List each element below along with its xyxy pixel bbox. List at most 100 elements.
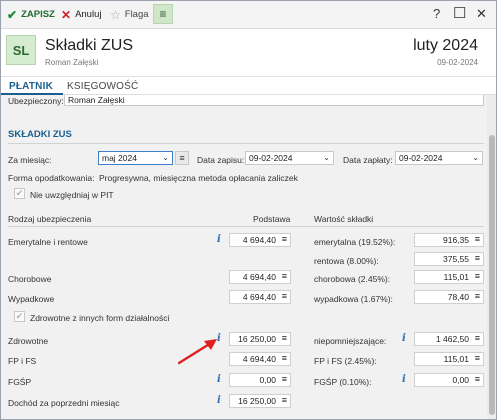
scrollbar[interactable] — [487, 95, 496, 419]
person-name: Roman Załęski — [45, 58, 99, 67]
avatar: SL — [6, 35, 36, 65]
equals-icon: ≡ — [281, 333, 287, 343]
red-arrow-icon — [177, 339, 217, 365]
form-content: Ubezpieczony: Roman Załęski SKŁADKI ZUS … — [1, 95, 487, 419]
equals-icon: ≡ — [474, 234, 480, 244]
pay-date-field[interactable]: 09-02-2024 ⌄ — [395, 151, 483, 165]
fp-base[interactable]: 4 694,40 ≡ — [229, 352, 291, 366]
chevron-down-icon: ⌄ — [323, 153, 330, 162]
wypadkowa-value[interactable]: 78,40 ≡ — [414, 290, 484, 304]
not-in-pit-label: Nie uwzględniaj w PIT — [30, 190, 114, 200]
fgsp-value[interactable]: 0,00 ≡ — [414, 373, 484, 387]
pay-date-label: Data zapłaty: — [343, 155, 393, 165]
checkmark-icon: ✔ — [7, 7, 18, 22]
chorobowa-label: chorobowa (2.45%): — [314, 274, 391, 284]
info-icon[interactable]: i — [217, 374, 221, 385]
info-icon[interactable]: i — [217, 395, 221, 406]
chorobowa-value[interactable]: 115,01 ≡ — [414, 270, 484, 284]
wypadkowe-label: Wypadkowe — [8, 294, 55, 304]
tax-form-value: Progresywna, miesięczna metoda opłacania… — [99, 173, 298, 183]
star-icon: ☆ — [110, 7, 121, 22]
menu-button[interactable]: ≡ — [153, 4, 173, 24]
month-menu-button[interactable]: ≡ — [175, 151, 189, 165]
insured-field[interactable]: Roman Załęski — [64, 95, 484, 106]
equals-icon: ≡ — [474, 353, 480, 363]
equals-icon: ≡ — [281, 234, 287, 244]
health-other-checkbox[interactable]: ✔ — [14, 311, 25, 322]
fp-value[interactable]: 115,01 ≡ — [414, 352, 484, 366]
save-button[interactable]: ✔ ZAPISZ — [7, 6, 55, 23]
info-icon[interactable]: i — [402, 374, 406, 385]
period-label: luty 2024 — [413, 37, 478, 54]
scrollbar-thumb[interactable] — [489, 135, 495, 415]
equals-icon: ≡ — [281, 353, 287, 363]
equals-icon: ≡ — [474, 333, 480, 343]
fgsp-value-label: FGŚP (0.10%): — [314, 377, 372, 387]
chorobowe-base[interactable]: 4 694,40 ≡ — [229, 270, 291, 284]
flag-label: Flaga — [124, 9, 149, 20]
month-select[interactable]: maj 2024 ⌄ — [98, 151, 173, 165]
equals-icon: ≡ — [281, 395, 287, 405]
chevron-down-icon: ⌄ — [472, 153, 479, 162]
checkmark-icon: ✔ — [15, 311, 24, 321]
chorobowe-label: Chorobowe — [8, 274, 52, 284]
equals-icon: ≡ — [281, 291, 287, 301]
x-icon: ✕ — [61, 7, 72, 22]
col-type-header: Rodzaj ubezpieczenia — [8, 214, 92, 224]
document-date: 09-02-2024 — [437, 58, 478, 67]
cancel-label: Anuluj — [75, 9, 102, 20]
not-in-pit-checkbox[interactable]: ✔ — [14, 188, 25, 199]
close-button[interactable]: ✕ — [476, 6, 487, 22]
maximize-button[interactable]: ☐ — [453, 4, 466, 22]
flag-button[interactable]: ☆ Flaga — [110, 6, 149, 23]
equals-icon: ≡ — [281, 374, 287, 384]
equals-icon: ≡ — [179, 153, 185, 163]
equals-icon: ≡ — [474, 253, 480, 263]
col-value-header: Wartość składki — [314, 214, 374, 224]
tab-ksiegowosc[interactable]: KSIĘGOWOŚĆ — [67, 81, 138, 92]
tab-bar: PŁATNIK KSIĘGOWOŚĆ — [1, 77, 496, 95]
save-label: ZAPISZ — [21, 9, 55, 20]
wypadkowa-label: wypadkowa (1.67%): — [314, 294, 393, 304]
col-base-header: Podstawa — [253, 214, 291, 224]
zdrowotne-label: Zdrowotne — [8, 336, 49, 346]
month-label: Za miesiąc: — [8, 155, 52, 165]
niepomniejszajace-value[interactable]: 1 462,50 ≡ — [414, 332, 484, 346]
fgsp-base[interactable]: 0,00 ≡ — [229, 373, 291, 387]
info-icon[interactable]: i — [217, 234, 221, 245]
health-other-label: Zdrowotne z innych form działalności — [30, 313, 170, 323]
save-date-field[interactable]: 09-02-2024 ⌄ — [245, 151, 334, 165]
page-title: Składki ZUS — [45, 37, 134, 54]
emerytalna-value[interactable]: 916,35 ≡ — [414, 233, 484, 247]
section-title: SKŁADKI ZUS — [8, 129, 72, 140]
hamburger-icon: ≡ — [159, 7, 167, 21]
emerytalna-label: emerytalna (19.52%): — [314, 237, 396, 247]
niepomniejszajace-label: niepomniejszające: — [314, 336, 387, 346]
app-window: ✔ ZAPISZ ✕ Anuluj ☆ Flaga ≡ ? ☐ ✕ SL Skł… — [0, 0, 497, 420]
wypadkowe-base[interactable]: 4 694,40 ≡ — [229, 290, 291, 304]
document-header: SL Składki ZUS Roman Załęski luty 2024 0… — [1, 29, 496, 77]
checkmark-icon: ✔ — [15, 188, 24, 198]
rentowa-label: rentowa (8.00%): — [314, 256, 379, 266]
save-date-label: Data zapisu: — [197, 155, 245, 165]
equals-icon: ≡ — [474, 291, 480, 301]
income-base[interactable]: 16 250,00 ≡ — [229, 394, 291, 408]
emerytalne-base[interactable]: 4 694,40 ≡ — [229, 233, 291, 247]
toolbar: ✔ ZAPISZ ✕ Anuluj ☆ Flaga ≡ ? ☐ ✕ — [1, 1, 496, 29]
equals-icon: ≡ — [474, 374, 480, 384]
insured-label: Ubezpieczony: — [8, 96, 64, 106]
fp-value-label: FP i FS (2.45%): — [314, 356, 377, 366]
header-divider — [8, 226, 484, 227]
zdrowotne-base[interactable]: 16 250,00 ≡ — [229, 332, 291, 346]
cancel-button[interactable]: ✕ Anuluj — [61, 6, 101, 23]
fp-label: FP i FS — [8, 356, 37, 366]
fgsp-label: FGŚP — [8, 377, 32, 387]
tab-platnik[interactable]: PŁATNIK — [9, 81, 53, 92]
rentowa-value[interactable]: 375,55 ≡ — [414, 252, 484, 266]
income-label: Dochód za poprzedni miesiąc — [8, 398, 120, 408]
equals-icon: ≡ — [281, 271, 287, 281]
help-button[interactable]: ? — [433, 6, 440, 21]
info-icon[interactable]: i — [402, 333, 406, 344]
equals-icon: ≡ — [474, 271, 480, 281]
tax-form-label: Forma opodatkowania: — [8, 173, 95, 183]
